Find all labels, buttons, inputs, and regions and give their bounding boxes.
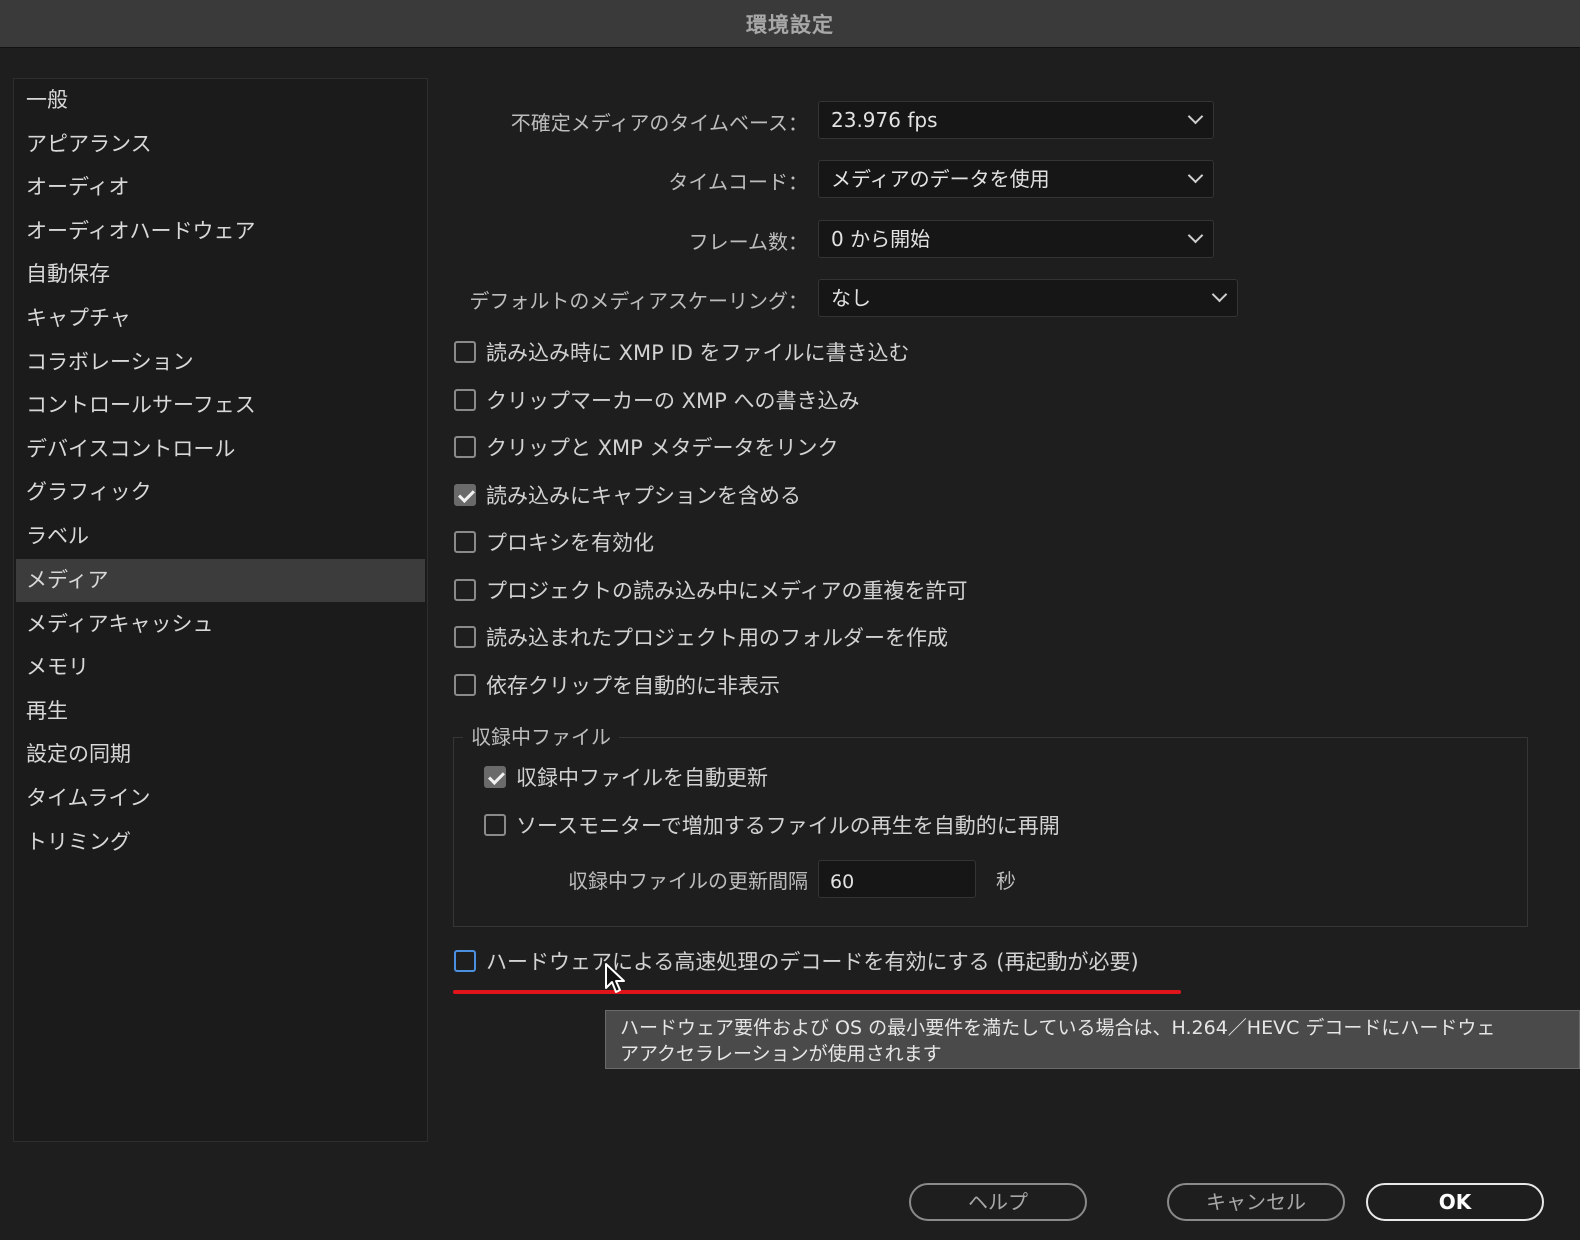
- clip-marker-xmp-checkbox[interactable]: [454, 389, 476, 411]
- mouse-cursor-icon: [605, 963, 625, 993]
- checkbox-row-include-captions[interactable]: 読み込みにキャプションを含める: [454, 480, 801, 510]
- window-title: 環境設定: [746, 12, 834, 37]
- growing-files-title: 収録中ファイル: [463, 721, 619, 750]
- checkbox-row-link-xmp-metadata[interactable]: クリップと XMP メタデータをリンク: [454, 432, 839, 462]
- timecode-value: メディアのデータを使用: [831, 167, 1050, 191]
- scaling-label: デフォルトのメディアスケーリング：: [469, 289, 808, 313]
- checkbox-row-resume-playback[interactable]: ソースモニターで増加するファイルの再生を自動的に再開: [484, 810, 1060, 840]
- sidebar-item-auto-save[interactable]: 自動保存: [16, 253, 425, 296]
- sidebar-item-playback[interactable]: 再生: [16, 690, 425, 733]
- sidebar-item-device-control[interactable]: デバイスコントロール: [16, 428, 425, 471]
- chevron-down-icon: [1211, 286, 1228, 303]
- enable-proxies-label: プロキシを有効化: [486, 531, 654, 555]
- timebase-label: 不確定メディアのタイムベース：: [510, 111, 808, 135]
- resume-playback-label: ソースモニターで増加するファイルの再生を自動的に再開: [516, 814, 1060, 838]
- frame-count-value: 0 から開始: [831, 227, 931, 251]
- auto-refresh-growing-label: 収録中ファイルを自動更新: [516, 766, 768, 790]
- sidebar-item-labels[interactable]: ラベル: [16, 515, 425, 558]
- hide-dependent-clips-label: 依存クリップを自動的に非表示: [486, 674, 780, 698]
- sidebar-item-audio-hardware[interactable]: オーディオハードウェア: [16, 210, 425, 253]
- ok-button[interactable]: OK: [1366, 1183, 1544, 1221]
- frame-count-label: フレーム数：: [688, 230, 808, 254]
- clip-marker-xmp-label: クリップマーカーの XMP への書き込み: [486, 389, 860, 413]
- sidebar-item-capture[interactable]: キャプチャ: [16, 297, 425, 340]
- hide-dependent-clips-checkbox[interactable]: [454, 674, 476, 696]
- timebase-select[interactable]: 23.976 fps: [818, 101, 1214, 139]
- chevron-down-icon: [1187, 227, 1204, 244]
- tooltip-line-1: ハードウェア要件および OS の最小要件を満たしている場合は、H.264／HEV…: [620, 1017, 1496, 1039]
- checkbox-row-clip-marker-xmp[interactable]: クリップマーカーの XMP への書き込み: [454, 385, 860, 415]
- refresh-interval-label: 収録中ファイルの更新間隔: [568, 869, 808, 893]
- title-bar: 環境設定: [0, 0, 1580, 48]
- hardware-decode-checkbox[interactable]: [454, 950, 476, 972]
- sidebar-item-media-cache[interactable]: メディアキャッシュ: [16, 603, 425, 646]
- frame-count-select[interactable]: 0 から開始: [818, 220, 1214, 258]
- tooltip-line-2: アアクセラレーションが使用されます: [620, 1043, 942, 1065]
- help-button[interactable]: ヘルプ: [909, 1183, 1087, 1221]
- timecode-select[interactable]: メディアのデータを使用: [818, 160, 1214, 198]
- sidebar-item-collaboration[interactable]: コラボレーション: [16, 341, 425, 384]
- tooltip: ハードウェア要件および OS の最小要件を満たしている場合は、H.264／HEV…: [605, 1010, 1580, 1069]
- sidebar-item-trimming[interactable]: トリミング: [16, 821, 425, 864]
- sidebar-item-control-surface[interactable]: コントロールサーフェス: [16, 384, 425, 427]
- checkbox-row-write-xmp-id[interactable]: 読み込み時に XMP ID をファイルに書き込む: [454, 337, 910, 367]
- allow-duplicate-media-checkbox[interactable]: [454, 579, 476, 601]
- sidebar-item-timeline[interactable]: タイムライン: [16, 777, 425, 820]
- timecode-label: タイムコード：: [668, 170, 808, 194]
- sidebar: 一般 アピアランス オーディオ オーディオハードウェア 自動保存 キャプチャ コ…: [13, 78, 428, 1142]
- link-xmp-metadata-label: クリップと XMP メタデータをリンク: [486, 436, 839, 460]
- chevron-down-icon: [1187, 167, 1204, 184]
- enable-proxies-checkbox[interactable]: [454, 531, 476, 553]
- sidebar-item-memory[interactable]: メモリ: [16, 646, 425, 689]
- resume-playback-checkbox[interactable]: [484, 814, 506, 836]
- sidebar-item-general[interactable]: 一般: [16, 79, 425, 122]
- write-xmp-id-checkbox[interactable]: [454, 341, 476, 363]
- annotation-underline: [453, 990, 1181, 994]
- allow-duplicate-media-label: プロジェクトの読み込み中にメディアの重複を許可: [486, 579, 968, 603]
- create-project-folder-label: 読み込まれたプロジェクト用のフォルダーを作成: [486, 626, 948, 650]
- auto-refresh-growing-checkbox[interactable]: [484, 766, 506, 788]
- checkbox-row-create-project-folder[interactable]: 読み込まれたプロジェクト用のフォルダーを作成: [454, 622, 948, 652]
- sidebar-item-audio[interactable]: オーディオ: [16, 166, 425, 209]
- chevron-down-icon: [1187, 108, 1204, 125]
- include-captions-checkbox[interactable]: [454, 484, 476, 506]
- include-captions-label: 読み込みにキャプションを含める: [486, 484, 801, 508]
- sidebar-item-appearance[interactable]: アピアランス: [16, 123, 425, 166]
- sidebar-item-sync-settings[interactable]: 設定の同期: [16, 733, 425, 776]
- checkbox-row-hide-dependent-clips[interactable]: 依存クリップを自動的に非表示: [454, 670, 780, 700]
- refresh-interval-unit: 秒: [996, 869, 1016, 893]
- scaling-select[interactable]: なし: [818, 279, 1238, 317]
- sidebar-item-media[interactable]: メディア: [16, 559, 425, 602]
- cancel-button[interactable]: キャンセル: [1167, 1183, 1345, 1221]
- refresh-interval-input[interactable]: 60: [818, 860, 976, 898]
- link-xmp-metadata-checkbox[interactable]: [454, 436, 476, 458]
- checkbox-row-allow-duplicate-media[interactable]: プロジェクトの読み込み中にメディアの重複を許可: [454, 575, 968, 605]
- checkbox-row-auto-refresh-growing[interactable]: 収録中ファイルを自動更新: [484, 762, 768, 792]
- checkbox-row-hardware-decode[interactable]: ハードウェアによる高速処理のデコードを有効にする (再起動が必要): [454, 946, 1139, 976]
- hardware-decode-label: ハードウェアによる高速処理のデコードを有効にする (再起動が必要): [486, 950, 1139, 974]
- timebase-value: 23.976 fps: [831, 108, 938, 132]
- checkbox-row-enable-proxies[interactable]: プロキシを有効化: [454, 527, 654, 557]
- create-project-folder-checkbox[interactable]: [454, 626, 476, 648]
- scaling-value: なし: [831, 286, 871, 310]
- sidebar-item-graphics[interactable]: グラフィック: [16, 471, 425, 514]
- write-xmp-id-label: 読み込み時に XMP ID をファイルに書き込む: [486, 341, 910, 365]
